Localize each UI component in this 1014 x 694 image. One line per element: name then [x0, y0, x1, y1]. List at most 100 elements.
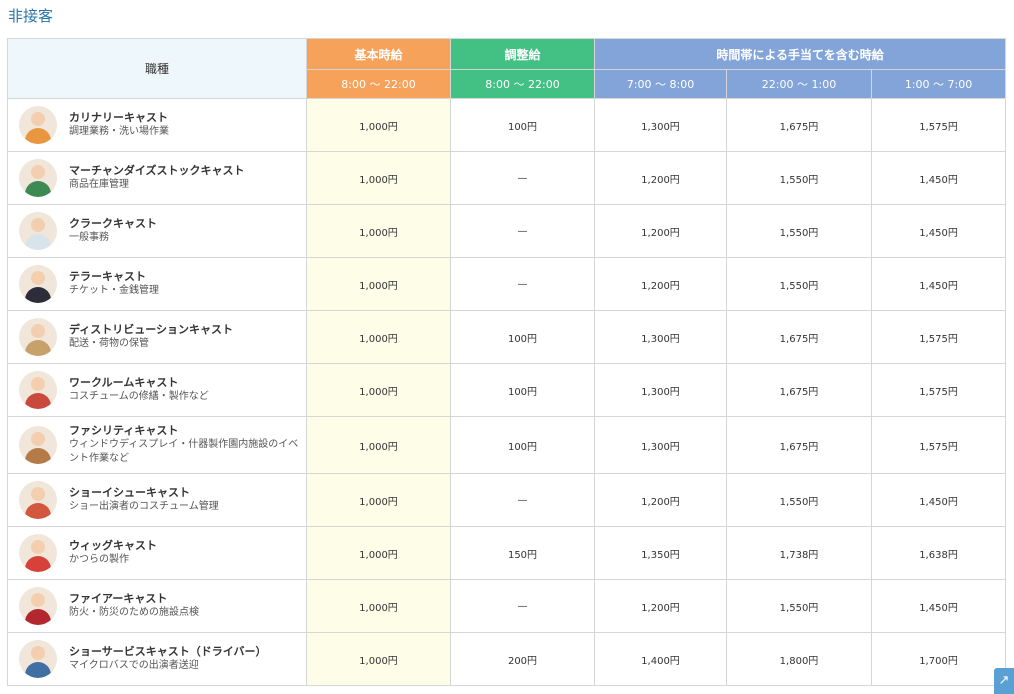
table-row: カリナリーキャスト 調理業務・洗い場作業 1,000円 100円 1,300円 1,675…: [7, 98, 1007, 152]
scroll-top-button[interactable]: ↗: [994, 668, 1014, 694]
job-name: ディストリビューションキャスト: [69, 323, 234, 336]
wage-value: 100円: [450, 310, 595, 364]
wage-value: 1,575円: [870, 98, 1007, 152]
job-cell: マーチャンダイズストックキャスト 商品在庫管理: [7, 151, 307, 205]
wage-value: 1,000円: [306, 579, 451, 633]
table-row: ウィッグキャスト かつらの製作 1,000円 150円 1,350円 1,738円 1,63…: [7, 526, 1007, 580]
wage-value: 1,200円: [594, 579, 727, 633]
wage-table: 職種 基本時給 調整給 時間帯による手当てを含む時給 8:00 〜 22:00 …: [7, 38, 1007, 686]
job-cell: ディストリビューションキャスト 配送・荷物の保管: [7, 310, 307, 364]
avatar: [19, 371, 57, 409]
job-description: ショー出演者のコスチューム管理: [69, 501, 219, 512]
wage-value: 1,300円: [594, 98, 727, 152]
wage-value: 150円: [450, 526, 595, 580]
wage-value: 100円: [450, 416, 595, 474]
wage-value: 1,700円: [870, 632, 1007, 686]
table-row: ファイアーキャスト 防火・防災のための施設点検 1,000円 —1,200円 1,550…: [7, 579, 1007, 633]
wage-value: 1,000円: [306, 204, 451, 258]
wage-value: 1,638円: [870, 526, 1007, 580]
arrow-up-right-icon: ↗: [998, 673, 1010, 688]
job-cell: ワークルームキャストコスチュームの修繕・製作など: [7, 363, 307, 417]
table-row: ショーイシューキャスト ショー出演者のコスチューム管理 1,000円 —1,200円 1…: [7, 473, 1007, 527]
avatar: [19, 587, 57, 625]
avatar: [19, 159, 57, 197]
job-description: 調理業務・洗い場作業: [69, 126, 169, 137]
wage-value: 1,550円: [726, 257, 872, 311]
wage-value: —: [450, 257, 595, 311]
wage-value: 1,675円: [726, 363, 872, 417]
wage-value: 1,675円: [726, 310, 872, 364]
avatar: [19, 212, 57, 250]
wage-value: 100円: [450, 363, 595, 417]
avatar: [19, 640, 57, 678]
job-name: ファシリティキャスト: [69, 424, 179, 437]
job-cell: ショーイシューキャストショー出演者のコスチューム管理: [7, 473, 307, 527]
wage-value: 1,200円: [594, 151, 727, 205]
job-name: クラークキャスト: [69, 217, 157, 230]
wage-value: 1,575円: [870, 363, 1007, 417]
sub-header-base: 8:00 〜 22:00: [306, 69, 451, 99]
wage-value: —: [450, 204, 595, 258]
table-row: クラークキャスト 一般事務 1,000円 —1,200円 1,550円 1,450円: [7, 204, 1007, 258]
wage-value: 1,575円: [870, 416, 1007, 474]
wage-value: 1,300円: [594, 310, 727, 364]
job-description: 商品在庫管理: [69, 179, 129, 190]
wage-value: 1,400円: [594, 632, 727, 686]
job-description: 防火・防災のための施設点検: [69, 607, 199, 618]
avatar: [19, 318, 57, 356]
table-row: ショーサービスキャスト（ドライバー） マイクロバスでの出演者送迎 1,000円 200…: [7, 632, 1007, 686]
job-cell: ウィッグキャスト かつらの製作: [7, 526, 307, 580]
avatar: [19, 481, 57, 519]
wage-value: 1,550円: [726, 204, 872, 258]
wage-value: —: [450, 151, 595, 205]
wage-value: 1,200円: [594, 204, 727, 258]
wage-value: 1,000円: [306, 363, 451, 417]
adjustment-header: 調整給: [450, 38, 595, 70]
table-row: ファシリティキャスト ウィンドウディスプレイ・什器製作園内施設のイベント作業など 1…: [7, 416, 1007, 474]
job-cell: クラークキャスト 一般事務: [7, 204, 307, 258]
wage-value: 1,000円: [306, 416, 451, 474]
job-description: ウィンドウディスプレイ・什器製作園内施設のイベント作業など: [69, 439, 299, 464]
job-name: ワークルームキャスト: [69, 376, 179, 389]
sub-header-night: 22:00 〜 1:00: [726, 69, 872, 99]
job-name: ウィッグキャスト: [69, 539, 157, 552]
table-row: テラーキャスト チケット・金銭管理 1,000円 —1,200円 1,550円 1,450…: [7, 257, 1007, 311]
job-name: ショーイシューキャスト: [69, 486, 190, 499]
job-cell: ショーサービスキャスト（ドライバー） マイクロバスでの出演者送迎: [7, 632, 307, 686]
wage-value: 1,000円: [306, 632, 451, 686]
base-wage-header: 基本時給: [306, 38, 451, 70]
wage-value: 1,800円: [726, 632, 872, 686]
job-description: 配送・荷物の保管: [69, 338, 149, 349]
avatar: [19, 265, 57, 303]
sub-header-early: 7:00 〜 8:00: [594, 69, 727, 99]
wage-value: 1,000円: [306, 98, 451, 152]
sub-header-late-night: 1:00 〜 7:00: [870, 69, 1007, 99]
job-name: ショーサービスキャスト（ドライバー）: [69, 645, 267, 658]
job-description: チケット・金銭管理: [69, 285, 159, 296]
job-description: 一般事務: [69, 232, 109, 243]
avatar: [19, 106, 57, 144]
wage-value: 1,300円: [594, 416, 727, 474]
wage-value: —: [450, 579, 595, 633]
wage-value: 1,450円: [870, 204, 1007, 258]
time-band-header: 時間帯による手当てを含む時給: [593, 38, 1007, 70]
wage-value: 1,000円: [306, 257, 451, 311]
wage-value: 100円: [450, 98, 595, 152]
wage-value: 1,000円: [306, 526, 451, 580]
wage-value: 1,300円: [594, 363, 727, 417]
wage-value: 1,575円: [870, 310, 1007, 364]
job-type-header: 職種: [7, 38, 307, 99]
job-description: マイクロバスでの出演者送迎: [69, 660, 199, 671]
wage-value: 1,675円: [726, 98, 872, 152]
job-name: マーチャンダイズストックキャスト: [69, 164, 245, 177]
job-description: コスチュームの修繕・製作など: [69, 391, 209, 402]
wage-value: 1,000円: [306, 151, 451, 205]
wage-value: 1,000円: [306, 310, 451, 364]
job-cell: ファシリティキャストウィンドウディスプレイ・什器製作園内施設のイベント作業など: [7, 416, 307, 474]
wage-value: 1,550円: [726, 579, 872, 633]
wage-value: 1,550円: [726, 151, 872, 205]
table-row: ディストリビューションキャスト 配送・荷物の保管 1,000円 100円 1,300円 1…: [7, 310, 1007, 364]
job-name: カリナリーキャスト: [69, 111, 168, 124]
section-title: 非接客: [8, 7, 54, 25]
wage-value: 1,738円: [726, 526, 872, 580]
